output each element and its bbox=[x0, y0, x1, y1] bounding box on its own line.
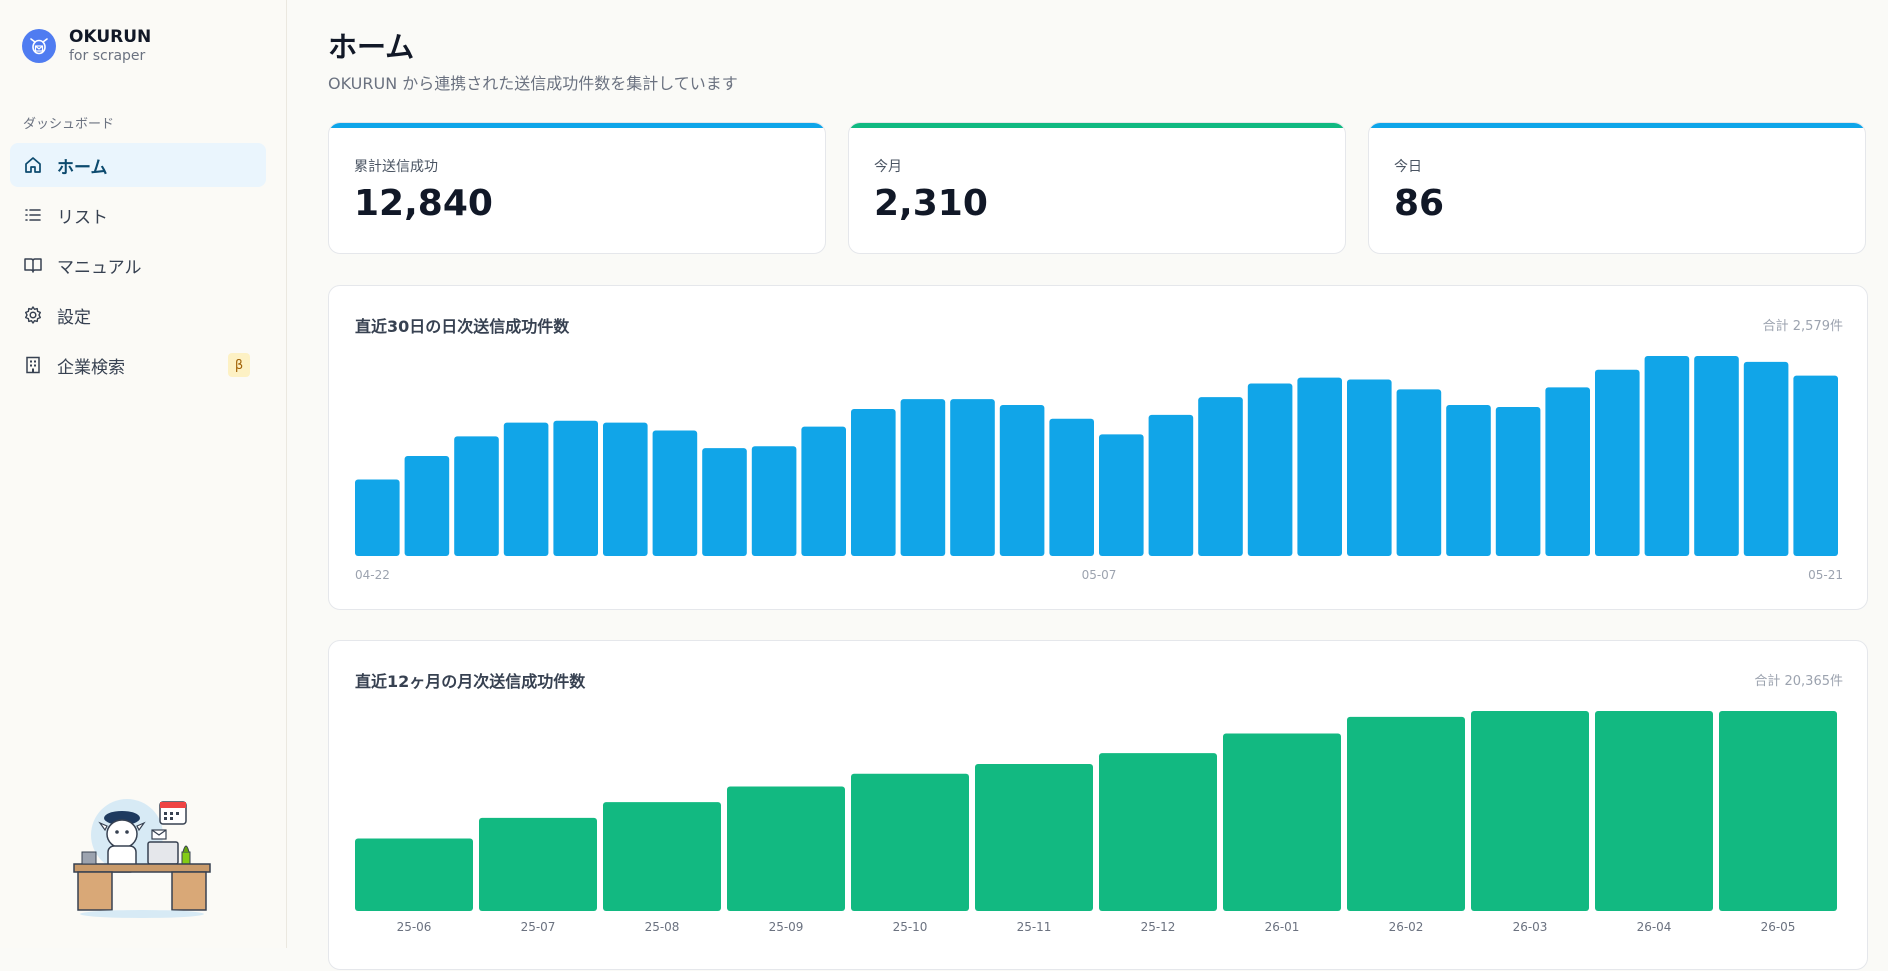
goat-mascot-illustration bbox=[72, 790, 212, 924]
sidebar-item-label: ホーム bbox=[57, 157, 108, 178]
stat-accent-bar bbox=[849, 123, 1345, 128]
monthly-bar[interactable] bbox=[1099, 753, 1217, 911]
x-tick-label: 26-02 bbox=[1389, 920, 1424, 934]
daily-bar[interactable] bbox=[1297, 377, 1342, 556]
sidebar-item-label: リスト bbox=[57, 207, 108, 228]
stat-card-total: 累計送信成功 12,840 bbox=[328, 122, 826, 254]
page-subtitle: OKURUN から連携された送信成功件数を集計しています bbox=[328, 74, 738, 93]
daily-bar[interactable] bbox=[702, 448, 747, 556]
daily-chart-card: 直近30日の日次送信成功件数 合計 2,579件 04-22 05-07 05-21 bbox=[328, 285, 1868, 610]
monthly-bar[interactable] bbox=[1595, 711, 1713, 911]
daily-bar[interactable] bbox=[503, 422, 549, 556]
monthly-bar[interactable] bbox=[1223, 733, 1341, 911]
daily-bar[interactable] bbox=[1495, 406, 1541, 556]
monthly-bar[interactable] bbox=[727, 786, 845, 911]
stat-card-month: 今月 2,310 bbox=[848, 122, 1346, 254]
daily-bar[interactable] bbox=[1595, 369, 1640, 556]
sidebar-item-home[interactable]: ホーム bbox=[10, 143, 266, 187]
stat-label: 累計送信成功 bbox=[354, 159, 438, 175]
x-tick-label: 26-04 bbox=[1637, 920, 1672, 934]
daily-bar[interactable] bbox=[1198, 397, 1243, 556]
daily-bar[interactable] bbox=[1049, 418, 1094, 556]
x-tick-label: 05-07 bbox=[1082, 568, 1117, 582]
building-icon bbox=[23, 355, 43, 375]
brand-name: OKURUN bbox=[69, 27, 152, 47]
daily-bar[interactable] bbox=[553, 420, 598, 556]
x-tick-label: 25-12 bbox=[1141, 920, 1176, 934]
stat-label: 今日 bbox=[1394, 159, 1422, 175]
monthly-bar[interactable] bbox=[479, 817, 597, 911]
daily-bar[interactable] bbox=[1347, 379, 1392, 556]
daily-bar[interactable] bbox=[1793, 375, 1838, 556]
sidebar-item-manual[interactable]: マニュアル bbox=[10, 243, 266, 287]
stat-card-today: 今日 86 bbox=[1368, 122, 1866, 254]
sidebar-item-list[interactable]: リスト bbox=[10, 193, 266, 237]
page-title: ホーム bbox=[328, 30, 415, 64]
daily-bar[interactable] bbox=[355, 479, 400, 556]
brand[interactable]: OKURUN for scraper bbox=[22, 27, 151, 65]
daily-bar[interactable] bbox=[1099, 434, 1144, 556]
book-icon bbox=[23, 255, 43, 275]
stat-value: 12,840 bbox=[354, 183, 493, 224]
gear-icon bbox=[23, 305, 43, 325]
stat-accent-bar bbox=[1369, 123, 1865, 128]
daily-chart: 04-22 05-07 05-21 bbox=[355, 356, 1843, 582]
x-tick-label: 25-07 bbox=[521, 920, 556, 934]
sidebar-nav: ホーム リスト マニュアル 設定 企業検索 β bbox=[10, 143, 266, 393]
stat-label: 今月 bbox=[874, 159, 902, 175]
sidebar: OKURUN for scraper ダッシュボード ホーム リスト マニュアル bbox=[0, 0, 287, 948]
x-tick-label: 25-09 bbox=[769, 920, 804, 934]
x-tick-label: 25-08 bbox=[645, 920, 680, 934]
daily-bar[interactable] bbox=[1644, 356, 1690, 556]
stat-accent-bar bbox=[329, 123, 825, 128]
home-icon bbox=[23, 155, 43, 175]
sidebar-item-settings[interactable]: 設定 bbox=[10, 293, 266, 337]
sidebar-item-company-search[interactable]: 企業検索 β bbox=[10, 343, 266, 387]
daily-bar[interactable] bbox=[1545, 387, 1590, 556]
monthly-bar[interactable] bbox=[1719, 711, 1837, 911]
x-tick-label: 25-06 bbox=[397, 920, 432, 934]
daily-bar[interactable] bbox=[801, 426, 846, 556]
brand-subtitle: for scraper bbox=[69, 48, 146, 64]
daily-bar[interactable] bbox=[404, 456, 450, 556]
monthly-bar[interactable] bbox=[355, 838, 473, 911]
daily-bar[interactable] bbox=[751, 446, 797, 556]
stat-value: 86 bbox=[1394, 183, 1445, 224]
x-tick-label: 26-05 bbox=[1761, 920, 1796, 934]
daily-bar[interactable] bbox=[1247, 383, 1293, 556]
x-tick-label: 26-03 bbox=[1513, 920, 1548, 934]
daily-bar[interactable] bbox=[900, 399, 946, 556]
daily-bar[interactable] bbox=[1743, 361, 1789, 556]
monthly-bar[interactable] bbox=[603, 802, 721, 911]
daily-bar[interactable] bbox=[999, 405, 1045, 556]
x-tick-label: 25-11 bbox=[1017, 920, 1052, 934]
monthly-bar[interactable] bbox=[851, 773, 969, 911]
sidebar-item-label: 設定 bbox=[57, 307, 91, 328]
stat-value: 2,310 bbox=[874, 183, 988, 224]
x-tick-label: 05-21 bbox=[1808, 568, 1843, 582]
sidebar-item-label: 企業検索 bbox=[57, 357, 125, 378]
list-icon bbox=[23, 205, 43, 225]
daily-bar[interactable] bbox=[1446, 405, 1491, 556]
monthly-bar[interactable] bbox=[975, 763, 1093, 911]
sidebar-section-label: ダッシュボード bbox=[23, 117, 115, 132]
daily-bar[interactable] bbox=[1396, 389, 1442, 556]
daily-bar[interactable] bbox=[454, 436, 499, 556]
daily-bar[interactable] bbox=[1148, 414, 1194, 556]
x-tick-label: 26-01 bbox=[1265, 920, 1300, 934]
monthly-bar[interactable] bbox=[1347, 716, 1465, 911]
sidebar-item-label: マニュアル bbox=[57, 257, 142, 278]
x-tick-label: 04-22 bbox=[355, 568, 390, 582]
daily-bar[interactable] bbox=[603, 422, 648, 556]
x-tick-label: 25-10 bbox=[893, 920, 928, 934]
daily-bar[interactable] bbox=[950, 399, 995, 556]
monthly-chart-card: 直近12ヶ月の月次送信成功件数 合計 20,365件 25-06 25-07 25-… bbox=[328, 640, 1868, 970]
daily-bar[interactable] bbox=[652, 430, 698, 556]
daily-bar[interactable] bbox=[851, 408, 896, 556]
beta-badge: β bbox=[228, 353, 250, 377]
monthly-bar[interactable] bbox=[1471, 711, 1589, 911]
goat-logo-icon bbox=[22, 29, 56, 63]
monthly-chart: 25-06 25-07 25-08 25-09 25-10 25-11 25-12 26-01… bbox=[355, 711, 1837, 934]
daily-bar[interactable] bbox=[1694, 356, 1739, 556]
